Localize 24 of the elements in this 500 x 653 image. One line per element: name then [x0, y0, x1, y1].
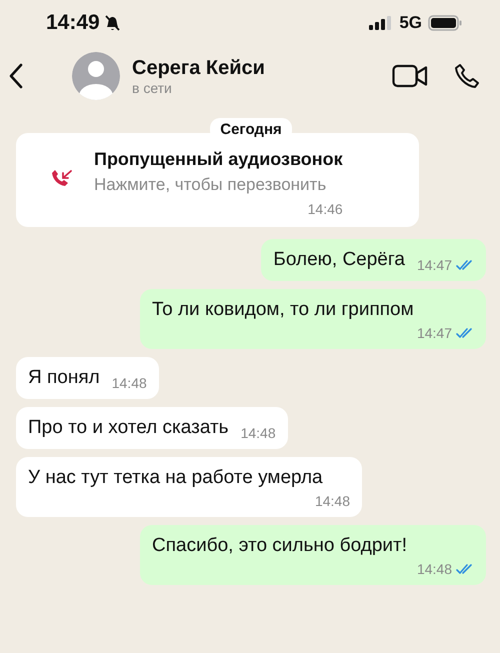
- contact-name: Серега Кейси: [132, 56, 266, 80]
- message-time: 14:48: [416, 561, 452, 577]
- message-time: 14:48: [240, 425, 276, 441]
- message-text: Спасибо, это сильно бодрит!: [152, 534, 408, 558]
- back-icon[interactable]: [8, 63, 24, 89]
- message-time: 14:48: [314, 493, 350, 509]
- network-label: 5G: [399, 13, 422, 33]
- missed-call-hint: Нажмите, чтобы перезвонить: [94, 175, 328, 195]
- message-text: Я понял: [28, 366, 100, 390]
- signal-icon: [369, 16, 394, 30]
- message-time: 14:47: [416, 325, 452, 341]
- video-call-icon[interactable]: [392, 64, 428, 88]
- message-text: Про то и хотел сказать: [28, 416, 229, 440]
- message-text: То ли ковидом, то ли гриппом: [152, 298, 415, 322]
- message-time: 14:46: [308, 201, 343, 217]
- clock: 14:49: [46, 11, 100, 35]
- message-time: 14:47: [416, 257, 452, 273]
- contact-status: в сети: [132, 80, 173, 96]
- message-time: 14:48: [112, 375, 147, 391]
- message-text: У нас тут тетка на работе умерла: [28, 466, 324, 490]
- phone-icon[interactable]: [454, 63, 480, 89]
- message-text: Болею, Серёга: [273, 248, 405, 272]
- missed-call-title: Пропущенный аудиозвонок: [94, 149, 343, 170]
- battery-icon: [428, 15, 462, 31]
